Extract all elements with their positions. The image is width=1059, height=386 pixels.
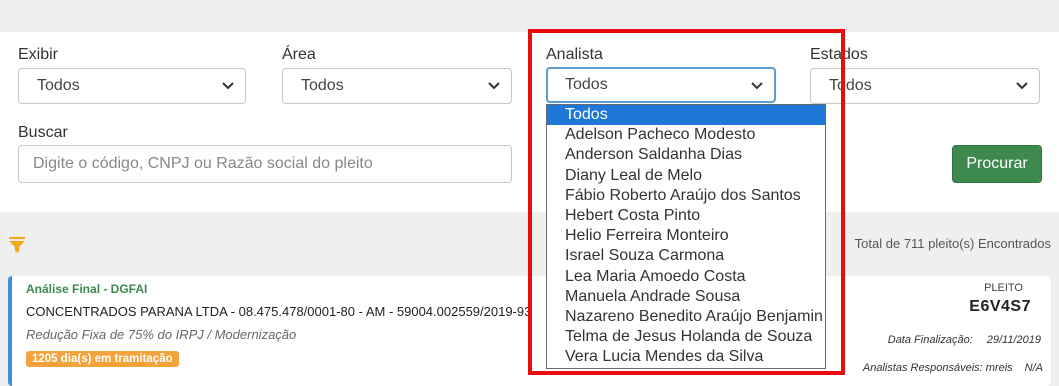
- exibir-select[interactable]: Todos: [18, 68, 246, 104]
- responsaveis-label: Analistas Responsáveis:: [862, 362, 983, 374]
- funnel-icon[interactable]: [8, 236, 26, 259]
- analista-option[interactable]: Nazareno Benedito Araújo Benjamin: [547, 307, 825, 327]
- analista-option[interactable]: Manuela Andrade Sousa: [547, 287, 825, 307]
- analista-option[interactable]: Hebert Costa Pinto: [547, 206, 825, 226]
- exibir-select-value: Todos: [37, 77, 80, 94]
- analista-option[interactable]: Diany Leal de Melo: [547, 166, 825, 186]
- card-status: Análise Final - DGFAI: [26, 282, 148, 296]
- days-badge: 1205 dia(s) em tramitação: [26, 351, 179, 367]
- finalizacao-label: Data Finalização:: [887, 334, 973, 346]
- analista-option[interactable]: Anderson Saldanha Dias: [547, 145, 825, 165]
- analista-option[interactable]: Todos: [547, 105, 825, 126]
- chevron-down-icon: [488, 82, 500, 90]
- finalizacao: Data Finalização: 29/11/2019: [888, 334, 1041, 346]
- responsaveis-extra: N/A: [1024, 362, 1043, 374]
- analista-option[interactable]: Lea Maria Amoedo Costa: [547, 267, 825, 287]
- analista-option[interactable]: Israel Souza Carmona: [547, 246, 825, 266]
- estados-label: Estados: [810, 46, 868, 63]
- results-total: Total de 711 pleito(s) Encontrados: [854, 236, 1051, 251]
- estados-select[interactable]: Todos: [810, 68, 1040, 104]
- chevron-down-icon: [1016, 82, 1028, 90]
- area-label: Área: [282, 46, 316, 63]
- analista-option[interactable]: Telma de Jesus Holanda de Souza: [547, 327, 825, 347]
- responsaveis-value: mreis: [985, 362, 1013, 374]
- analista-option[interactable]: Helio Ferreira Monteiro: [547, 226, 825, 246]
- card-description: Redução Fixa de 75% do IRPJ / Modernizaç…: [26, 327, 297, 342]
- responsaveis: Analistas Responsáveis: mreis N/A: [863, 362, 1043, 374]
- pleito-card[interactable]: Análise Final - DGFAI CONCENTRADOS PARAN…: [8, 276, 1051, 386]
- analista-label: Analista: [546, 46, 603, 63]
- pleito-label: PLEITO: [984, 282, 1023, 294]
- filter-panel: [0, 32, 1059, 212]
- analista-option[interactable]: Fábio Roberto Araújo dos Santos: [547, 186, 825, 206]
- chevron-down-icon: [751, 82, 763, 90]
- pleito-code: E6V4S7: [969, 298, 1031, 315]
- analista-dropdown[interactable]: Todos Adelson Pacheco Modesto Anderson S…: [546, 104, 826, 369]
- analista-select[interactable]: Todos: [546, 67, 776, 103]
- estados-select-value: Todos: [829, 77, 872, 94]
- area-select[interactable]: Todos: [282, 68, 512, 104]
- search-input[interactable]: Digite o código, CNPJ ou Razão social do…: [18, 145, 512, 183]
- analista-select-value: Todos: [565, 76, 608, 93]
- area-select-value: Todos: [301, 77, 344, 94]
- procurar-button[interactable]: Procurar: [952, 145, 1042, 183]
- exibir-label: Exibir: [18, 46, 59, 63]
- analista-option[interactable]: Adelson Pacheco Modesto: [547, 125, 825, 145]
- buscar-label: Buscar: [18, 124, 68, 141]
- search-placeholder: Digite o código, CNPJ ou Razão social do…: [33, 155, 373, 172]
- chevron-down-icon: [222, 82, 234, 90]
- analista-option[interactable]: Vera Lucia Mendes da Silva: [547, 347, 825, 367]
- card-company: CONCENTRADOS PARANA LTDA - 08.475.478/00…: [26, 304, 532, 319]
- finalizacao-value: 29/11/2019: [986, 334, 1041, 346]
